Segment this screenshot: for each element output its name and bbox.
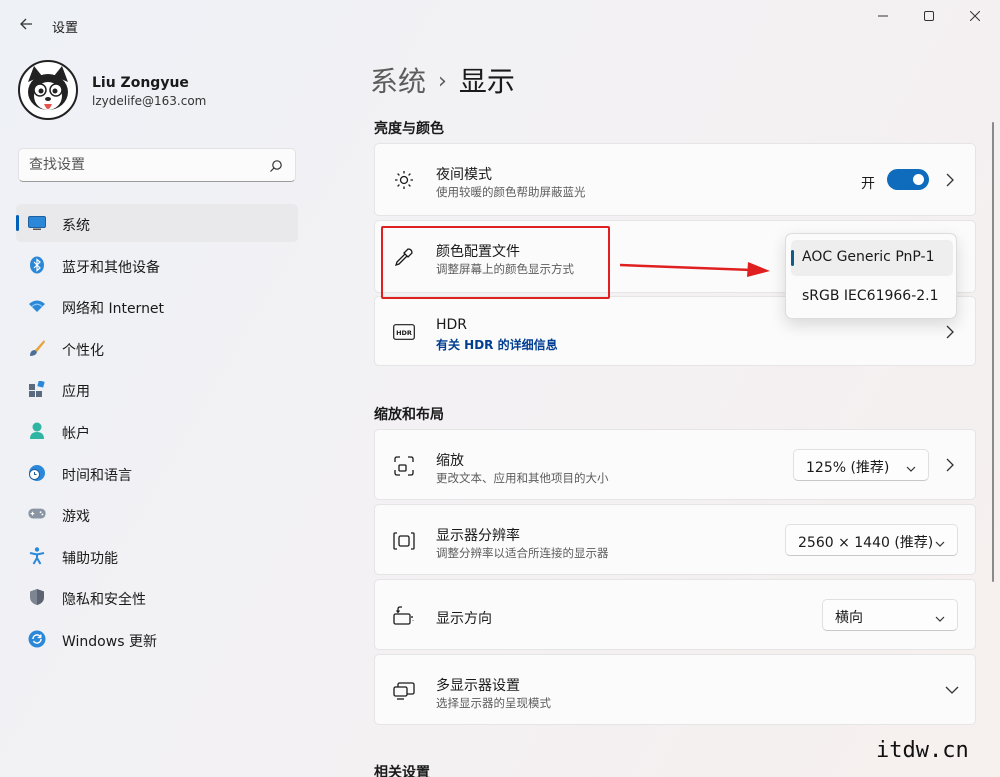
- sidebar-item-gaming[interactable]: 游戏: [16, 495, 298, 533]
- scrollbar[interactable]: [992, 122, 994, 582]
- wifi-icon: [28, 297, 46, 315]
- maximize-button[interactable]: [906, 0, 952, 32]
- account-icon: [28, 422, 46, 440]
- orientation-card[interactable]: 显示方向 横向: [374, 579, 976, 650]
- shield-icon: [28, 588, 46, 606]
- breadcrumb: 系统 › 显示: [370, 60, 515, 100]
- night-light-toggle-label: 开: [861, 176, 875, 192]
- minimize-icon: [878, 15, 888, 17]
- gamepad-icon: [28, 505, 46, 523]
- chevron-down-icon: [935, 610, 945, 626]
- night-light-title: 夜间模式: [436, 167, 492, 183]
- resolution-icon: [393, 530, 415, 552]
- page-title: 显示: [458, 65, 515, 98]
- resolution-card[interactable]: 显示器分辨率 调整分辨率以适合所连接的显示器 2560 × 1440 (推荐): [374, 504, 976, 575]
- sidebar-item-windows-update[interactable]: Windows 更新: [16, 620, 298, 658]
- hdr-details-link[interactable]: 有关 HDR 的详细信息: [436, 336, 558, 353]
- rotate-screen-icon: [393, 605, 415, 627]
- bluetooth-icon: [28, 256, 46, 274]
- section-title-scale: 缩放和布局: [374, 407, 444, 423]
- accessibility-icon: [28, 547, 46, 565]
- night-light-card[interactable]: 夜间模式 使用较暖的颜色帮助屏蔽蓝光 开: [374, 143, 976, 216]
- chevron-right-icon: [943, 325, 957, 339]
- multi-display-card[interactable]: 多显示器设置 选择显示器的呈现模式: [374, 654, 976, 725]
- sidebar-item-apps[interactable]: 应用: [16, 370, 298, 408]
- search-icon[interactable]: [269, 158, 283, 177]
- color-profile-menu: AOC Generic PnP-1 sRGB IEC61966-2.1: [785, 233, 957, 319]
- brightness-icon: [393, 169, 415, 191]
- night-light-subtitle: 使用较暖的颜色帮助屏蔽蓝光: [436, 185, 586, 199]
- annotation-highlight-box: [381, 226, 610, 299]
- sidebar-item-bluetooth[interactable]: 蓝牙和其他设备: [16, 246, 298, 284]
- brush-icon: [28, 339, 46, 357]
- sidebar-nav: 系统 蓝牙和其他设备 网络和 Internet 个性化 应用 帐户 时间和语言 …: [16, 204, 298, 662]
- scale-icon: [393, 455, 415, 477]
- hdr-icon: HDR: [393, 321, 415, 343]
- close-button[interactable]: [952, 0, 998, 32]
- chevron-down-icon[interactable]: [945, 683, 959, 697]
- system-icon: [28, 214, 46, 232]
- svg-text:HDR: HDR: [396, 329, 412, 337]
- orientation-dropdown[interactable]: 横向: [822, 599, 958, 631]
- breadcrumb-parent[interactable]: 系统: [370, 65, 426, 98]
- hdr-title: HDR: [436, 317, 468, 333]
- search-box[interactable]: [18, 148, 296, 182]
- multi-display-title: 多显示器设置: [436, 678, 520, 694]
- sidebar-item-personalization[interactable]: 个性化: [16, 329, 298, 367]
- minimize-button[interactable]: [860, 0, 906, 32]
- clock-globe-icon: [28, 464, 46, 482]
- search-input[interactable]: [29, 155, 259, 175]
- title-bar: 设置: [0, 0, 1000, 50]
- sidebar-item-accounts[interactable]: 帐户: [16, 412, 298, 450]
- chevron-down-icon: [906, 460, 916, 476]
- sidebar-item-network[interactable]: 网络和 Internet: [16, 287, 298, 325]
- avatar: [18, 60, 78, 120]
- resolution-dropdown[interactable]: 2560 × 1440 (推荐): [785, 524, 958, 556]
- chevron-right-icon: [943, 173, 957, 187]
- user-email: lzydelife@163.com: [92, 94, 207, 108]
- back-button[interactable]: [12, 10, 40, 38]
- scale-dropdown[interactable]: 125% (推荐): [793, 449, 929, 481]
- color-profile-option[interactable]: sRGB IEC61966-2.1: [791, 279, 953, 315]
- resolution-subtitle: 调整分辨率以适合所连接的显示器: [436, 546, 609, 560]
- sidebar-item-system[interactable]: 系统: [16, 204, 298, 242]
- sidebar-item-accessibility[interactable]: 辅助功能: [16, 537, 298, 575]
- chevron-right-icon: [943, 458, 957, 472]
- section-title-brightness: 亮度与颜色: [374, 121, 444, 137]
- chevron-down-icon: [935, 535, 945, 551]
- watermark-text: itdw.cn: [876, 738, 969, 763]
- resolution-title: 显示器分辨率: [436, 528, 520, 544]
- multi-monitor-icon: [393, 680, 415, 702]
- section-title-related: 相关设置: [374, 765, 430, 777]
- arrow-left-icon: [20, 18, 32, 30]
- color-profile-option[interactable]: AOC Generic PnP-1: [791, 240, 953, 276]
- orientation-title: 显示方向: [436, 611, 492, 627]
- annotation-arrow-icon: [620, 262, 770, 277]
- sidebar-item-privacy[interactable]: 隐私和安全性: [16, 578, 298, 616]
- scale-title: 缩放: [436, 453, 464, 469]
- scale-card[interactable]: 缩放 更改文本、应用和其他项目的大小 125% (推荐): [374, 429, 976, 500]
- scale-subtitle: 更改文本、应用和其他项目的大小: [436, 471, 609, 485]
- sidebar-item-time-language[interactable]: 时间和语言: [16, 454, 298, 492]
- breadcrumb-separator: ›: [438, 69, 447, 94]
- close-icon: [970, 11, 980, 21]
- update-icon: [28, 630, 46, 648]
- night-light-toggle[interactable]: [887, 169, 929, 190]
- user-name: Liu Zongyue: [92, 75, 189, 91]
- maximize-icon: [924, 11, 934, 21]
- apps-icon: [28, 380, 46, 398]
- multi-display-subtitle: 选择显示器的呈现模式: [436, 696, 551, 710]
- app-title: 设置: [52, 21, 79, 36]
